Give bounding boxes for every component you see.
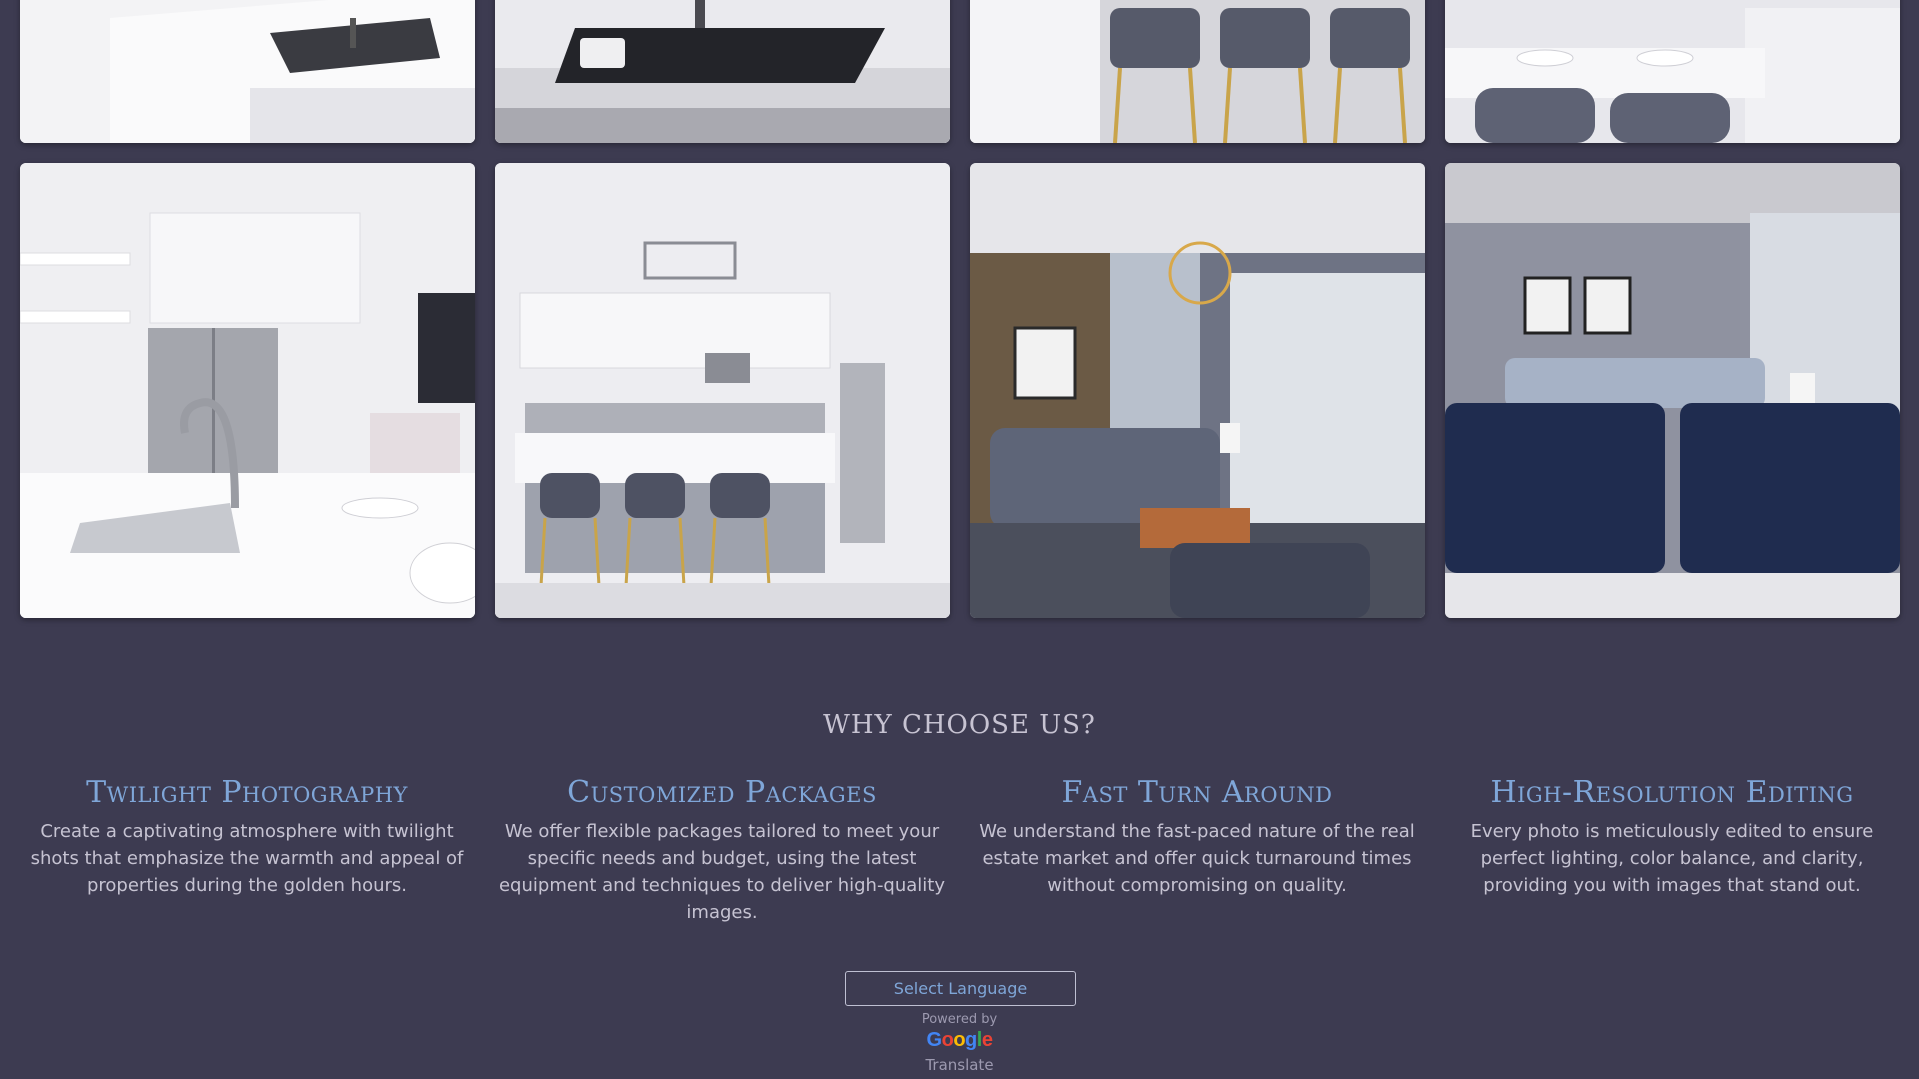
- powered-by-label: Powered by: [921, 1012, 998, 1027]
- gallery-photo-dining-counter[interactable]: [1445, 0, 1900, 143]
- feature-title: Twilight Photography: [86, 775, 408, 810]
- features-section: Twilight Photography Create a captivatin…: [0, 775, 1919, 926]
- gallery-photo-kitchen-island[interactable]: [20, 0, 475, 143]
- google-logo[interactable]: Google: [0, 1029, 1919, 1052]
- gallery-photo-bar-stools[interactable]: [970, 0, 1425, 143]
- feature-description: Create a captivating atmosphere with twi…: [30, 821, 464, 896]
- feature-title: Fast Turn Around: [1061, 775, 1333, 810]
- white-kitchen-image: [495, 163, 950, 618]
- feature-description: We offer flexible packages tailored to m…: [498, 821, 946, 923]
- dining-counter-image: [1445, 0, 1900, 143]
- gallery-photo-white-kitchen[interactable]: [495, 163, 950, 618]
- feature-description: We understand the fast-paced nature of t…: [979, 821, 1415, 896]
- feature-title: High-Resolution Editing: [1490, 775, 1854, 810]
- kitchen-faucet-image: [20, 163, 475, 618]
- google-logo-letter: e: [981, 1029, 993, 1051]
- gallery-photo-navy-sofas[interactable]: [1445, 163, 1900, 618]
- photo-gallery: [20, 0, 1900, 618]
- sink-closeup-image: [495, 0, 950, 143]
- gallery-photo-sink-closeup[interactable]: [495, 0, 950, 143]
- feature-description: Every photo is meticulously edited to en…: [1470, 821, 1874, 896]
- feature-customized-packages: Customized Packages We offer flexible pa…: [485, 775, 960, 926]
- google-logo-letter: G: [926, 1029, 943, 1051]
- feature-fast-turn-around: Fast Turn Around We understand the fast-…: [960, 775, 1435, 926]
- feature-twilight-photography: Twilight Photography Create a captivatin…: [10, 775, 485, 926]
- gallery-photo-kitchen-faucet[interactable]: [20, 163, 475, 618]
- bar-stools-image: [970, 0, 1425, 143]
- kitchen-island-image: [20, 0, 475, 143]
- navy-sofa-image: [1445, 163, 1900, 618]
- select-language-dropdown[interactable]: Select Language: [845, 971, 1076, 1006]
- why-choose-us-heading: WHY CHOOSE US?: [823, 710, 1096, 740]
- feature-title: Customized Packages: [567, 775, 877, 810]
- google-logo-letter: g: [965, 1029, 977, 1051]
- feature-high-resolution-editing: High-Resolution Editing Every photo is m…: [1435, 775, 1910, 926]
- translate-link[interactable]: Translate: [0, 1056, 1919, 1074]
- google-logo-letter: o: [953, 1029, 966, 1051]
- living-room-image: [970, 163, 1425, 618]
- gallery-photo-living-room[interactable]: [970, 163, 1425, 618]
- google-logo-letter: o: [941, 1029, 954, 1051]
